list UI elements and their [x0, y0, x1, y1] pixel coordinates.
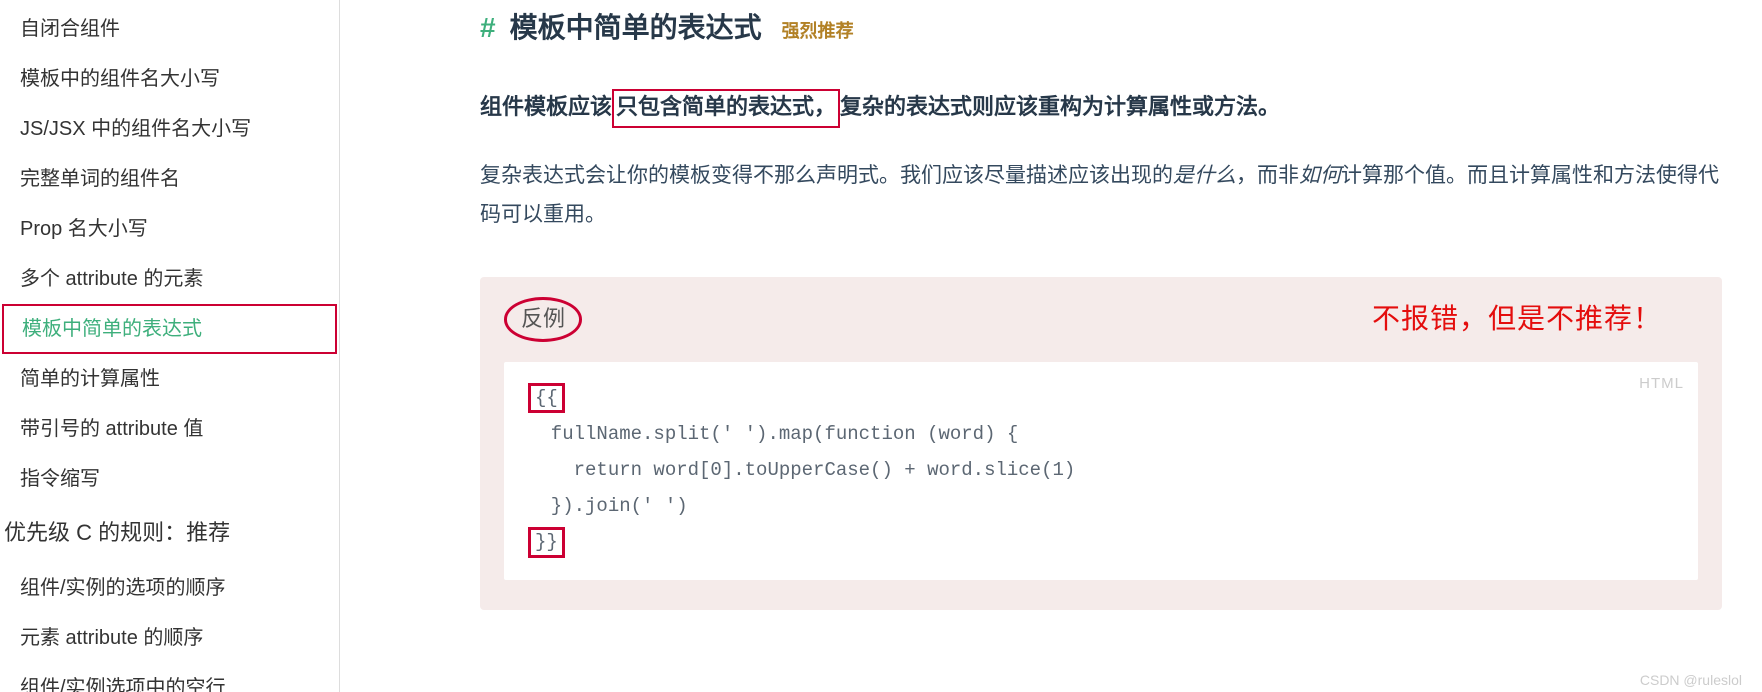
para-em1: 是什么 [1173, 164, 1236, 187]
sidebar-section-c-title: 优先级 C 的规则：推荐 [0, 504, 339, 559]
sidebar: 自闭合组件 模板中的组件名大小写 JS/JSX 中的组件名大小写 完整单词的组件… [0, 0, 340, 692]
code-line-3: return word[0].toUpperCase() + word.slic… [528, 452, 1678, 488]
code-lang-label: HTML [1639, 370, 1684, 399]
para-em2: 如何 [1299, 164, 1341, 187]
sidebar-item-simple-expr[interactable]: 模板中简单的表达式 [2, 304, 337, 354]
code-line-5: }} [528, 524, 1678, 560]
intro-highlight-box: 只包含简单的表达式， [612, 89, 840, 128]
sidebar-list-b: 自闭合组件 模板中的组件名大小写 JS/JSX 中的组件名大小写 完整单词的组件… [0, 0, 339, 504]
sidebar-item-jsx-casing[interactable]: JS/JSX 中的组件名大小写 [0, 104, 339, 154]
sidebar-item-attr-order[interactable]: 元素 attribute 的顺序 [0, 613, 339, 663]
sidebar-item-template-casing[interactable]: 模板中的组件名大小写 [0, 54, 339, 104]
code-line-4: }).join(' ') [528, 488, 1678, 524]
section-heading: # 模板中简单的表达式 强烈推荐 [480, 6, 1722, 46]
sidebar-item-prop-casing[interactable]: Prop 名大小写 [0, 204, 339, 254]
para-part1: 复杂表达式会让你的模板变得不那么声明式。我们应该尽量描述应该出现的 [480, 164, 1173, 187]
code-line-2: fullName.split(' ').map(function (word) … [528, 416, 1678, 452]
main-content: # 模板中简单的表达式 强烈推荐 组件模板应该只包含简单的表达式，复杂的表达式则… [340, 0, 1762, 692]
sidebar-item-quoted-attr[interactable]: 带引号的 attribute 值 [0, 404, 339, 454]
code-open-braces-highlight: {{ [528, 383, 565, 414]
sidebar-item-self-closing[interactable]: 自闭合组件 [0, 4, 339, 54]
intro-paragraph: 复杂表达式会让你的模板变得不那么声明式。我们应该尽量描述应该出现的是什么，而非如… [480, 156, 1722, 236]
bad-badge: 反例 [504, 297, 582, 341]
sidebar-item-multi-attr[interactable]: 多个 attribute 的元素 [0, 254, 339, 304]
hash-anchor[interactable]: # [480, 12, 496, 44]
sidebar-item-directive-shorthand[interactable]: 指令缩写 [0, 454, 339, 504]
code-block: HTML {{ fullName.split(' ').map(function… [504, 362, 1698, 580]
para-part2: ，而非 [1236, 164, 1299, 187]
page-title: 模板中简单的表达式 [510, 6, 762, 46]
annotation-text: 不报错，但是不推荐！ [1372, 297, 1662, 337]
intro-post: 复杂的表达式则应该重构为计算属性或方法。 [840, 94, 1280, 119]
sidebar-item-full-word[interactable]: 完整单词的组件名 [0, 154, 339, 204]
intro-bold: 组件模板应该只包含简单的表达式，复杂的表达式则应该重构为计算属性或方法。 [480, 88, 1722, 128]
sidebar-item-options-order[interactable]: 组件/实例的选项的顺序 [0, 563, 339, 613]
code-close-braces-highlight: }} [528, 527, 565, 558]
sidebar-item-blank-lines[interactable]: 组件/实例选项中的空行 [0, 663, 339, 692]
sidebar-item-simple-computed[interactable]: 简单的计算属性 [0, 354, 339, 404]
intro-pre: 组件模板应该 [480, 94, 612, 119]
priority-badge: 强烈推荐 [782, 17, 854, 43]
bad-example-block: 反例 不报错，但是不推荐！ HTML {{ fullName.split(' '… [480, 277, 1722, 610]
sidebar-list-c: 组件/实例的选项的顺序 元素 attribute 的顺序 组件/实例选项中的空行 [0, 559, 339, 692]
code-line-1: {{ [528, 380, 1678, 416]
watermark: CSDN @ruleslol [1640, 672, 1742, 688]
